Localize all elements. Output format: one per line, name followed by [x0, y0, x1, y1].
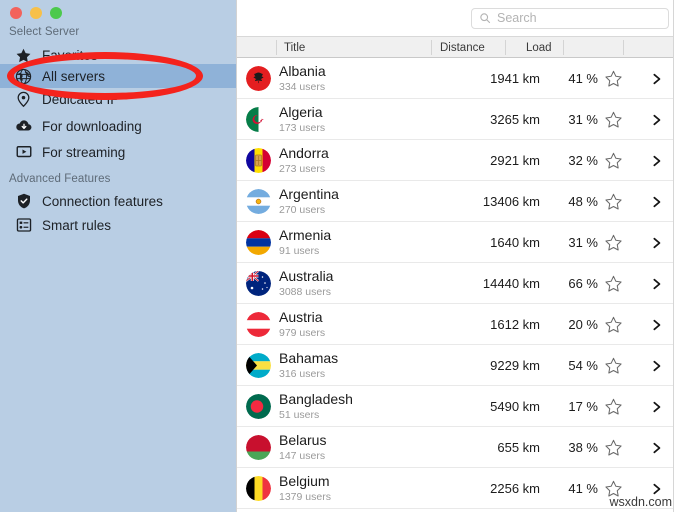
flag-bahamas [246, 353, 271, 378]
row-distance: 13406 km [482, 194, 540, 209]
sidebar-item-all-servers[interactable]: All servers [0, 64, 236, 88]
row-distance: 1640 km [490, 235, 540, 250]
row-user-count: 173 users [279, 122, 326, 134]
row-country-name: Andorra [279, 145, 329, 161]
flag-albania [246, 66, 271, 91]
row-distance: 14440 km [482, 276, 540, 291]
row-country-name: Belarus [279, 432, 327, 448]
toolbar [237, 0, 680, 36]
row-country-name: Bangladesh [279, 391, 353, 407]
row-distance: 3265 km [490, 112, 540, 127]
star-icon [14, 46, 33, 65]
sidebar-item-label: For downloading [42, 118, 142, 134]
flag-belgium [246, 476, 271, 501]
flag-armenia [246, 230, 271, 255]
flag-algeria [246, 107, 271, 132]
sidebar-item-label: All servers [42, 68, 106, 84]
column-separator[interactable] [623, 40, 624, 55]
table-row[interactable]: Argentina 270 users 13406 km 48 % [237, 181, 680, 222]
sidebar-item-label: Dedicated IP [42, 91, 120, 107]
table-row[interactable]: Bangladesh 51 users 5490 km 17 % [237, 386, 680, 427]
pane-right-edge [673, 0, 680, 512]
column-separator[interactable] [276, 40, 277, 55]
table-row[interactable]: Algeria 173 users 3265 km 31 % [237, 99, 680, 140]
pin-icon [14, 90, 33, 109]
row-distance: 2256 km [490, 481, 540, 496]
sidebar-item-label: Connection features [42, 193, 163, 209]
minimize-button[interactable] [30, 7, 42, 19]
rules-list-icon [14, 216, 33, 235]
table-row[interactable]: Albania 334 users 1941 km 41 % [237, 58, 680, 99]
table-row[interactable]: Austria 979 users 1612 km 20 % [237, 304, 680, 345]
close-button[interactable] [10, 7, 22, 19]
table-row[interactable]: Bahamas 316 users 9229 km 54 % [237, 345, 680, 386]
row-country-name: Austria [279, 309, 323, 325]
sidebar-item-label: For streaming [42, 144, 126, 160]
globe-icon [14, 67, 33, 86]
row-user-count: 3088 users [279, 286, 331, 298]
play-screen-icon [14, 143, 33, 162]
row-distance: 5490 km [490, 399, 540, 414]
row-distance: 655 km [497, 440, 540, 455]
sidebar-item-smart-rules[interactable]: Smart rules [0, 213, 236, 237]
row-user-count: 147 users [279, 450, 326, 462]
row-distance: 1941 km [490, 71, 540, 86]
row-user-count: 51 users [279, 409, 320, 421]
flag-andorra [246, 148, 271, 173]
table-row[interactable]: Australia 3088 users 14440 km 66 % [237, 263, 680, 304]
sidebar-item-dedicated-ip[interactable]: Dedicated IP [0, 87, 236, 111]
row-country-name: Australia [279, 268, 334, 284]
row-country-name: Algeria [279, 104, 323, 120]
row-country-name: Bahamas [279, 350, 339, 366]
row-user-count: 979 users [279, 327, 326, 339]
flag-argentina [246, 189, 271, 214]
table-row[interactable]: Andorra 273 users 2921 km 32 % [237, 140, 680, 181]
sidebar-section-title-advanced-features: Advanced Features [9, 173, 111, 185]
column-separator[interactable] [505, 40, 506, 55]
app-window: Select Server Favorites All servers Dedi… [0, 0, 680, 512]
column-header-title[interactable]: Title [284, 37, 305, 58]
column-separator[interactable] [431, 40, 432, 55]
row-user-count: 91 users [279, 245, 320, 257]
row-country-name: Belgium [279, 473, 330, 489]
server-list-pane: Title Distance Load Albania 334 users 1941… [236, 0, 680, 512]
row-country-name: Argentina [279, 186, 339, 202]
column-separator[interactable] [563, 40, 564, 55]
sidebar-item-for-streaming[interactable]: For streaming [0, 140, 236, 164]
search-input[interactable] [497, 11, 661, 25]
table-row[interactable]: Armenia 91 users 1640 km 31 % [237, 222, 680, 263]
shield-check-icon [14, 192, 33, 211]
watermark: wsxdn.com [609, 495, 672, 509]
sidebar-section-title-select-server: Select Server [9, 26, 80, 38]
column-header-load[interactable]: Load [526, 37, 552, 58]
cloud-download-icon [14, 117, 33, 136]
row-distance: 2921 km [490, 153, 540, 168]
row-user-count: 273 users [279, 163, 326, 175]
table-header: Title Distance Load [237, 36, 680, 58]
sidebar-item-for-downloading[interactable]: For downloading [0, 114, 236, 138]
row-user-count: 316 users [279, 368, 326, 380]
row-user-count: 334 users [279, 81, 326, 93]
search-icon [479, 12, 491, 24]
search-field[interactable] [471, 7, 669, 29]
zoom-button[interactable] [50, 7, 62, 19]
table-row[interactable]: Belarus 147 users 655 km 38 % [237, 427, 680, 468]
row-user-count: 270 users [279, 204, 326, 216]
sidebar: Select Server Favorites All servers Dedi… [0, 0, 236, 512]
window-traffic-lights [10, 7, 62, 19]
sidebar-item-label: Favorites [42, 47, 98, 63]
row-distance: 1612 km [490, 317, 540, 332]
row-country-name: Albania [279, 63, 326, 79]
sidebar-item-label: Smart rules [42, 217, 112, 233]
row-distance: 9229 km [490, 358, 540, 373]
flag-belarus [246, 435, 271, 460]
flag-australia [246, 271, 271, 296]
row-user-count: 1379 users [279, 491, 331, 503]
server-table-body: Albania 334 users 1941 km 41 % Algeria 173 us… [237, 58, 680, 512]
column-header-distance[interactable]: Distance [440, 37, 485, 58]
row-country-name: Armenia [279, 227, 332, 243]
sidebar-item-connection-features[interactable]: Connection features [0, 189, 236, 213]
flag-austria [246, 312, 271, 337]
flag-bangladesh [246, 394, 271, 419]
